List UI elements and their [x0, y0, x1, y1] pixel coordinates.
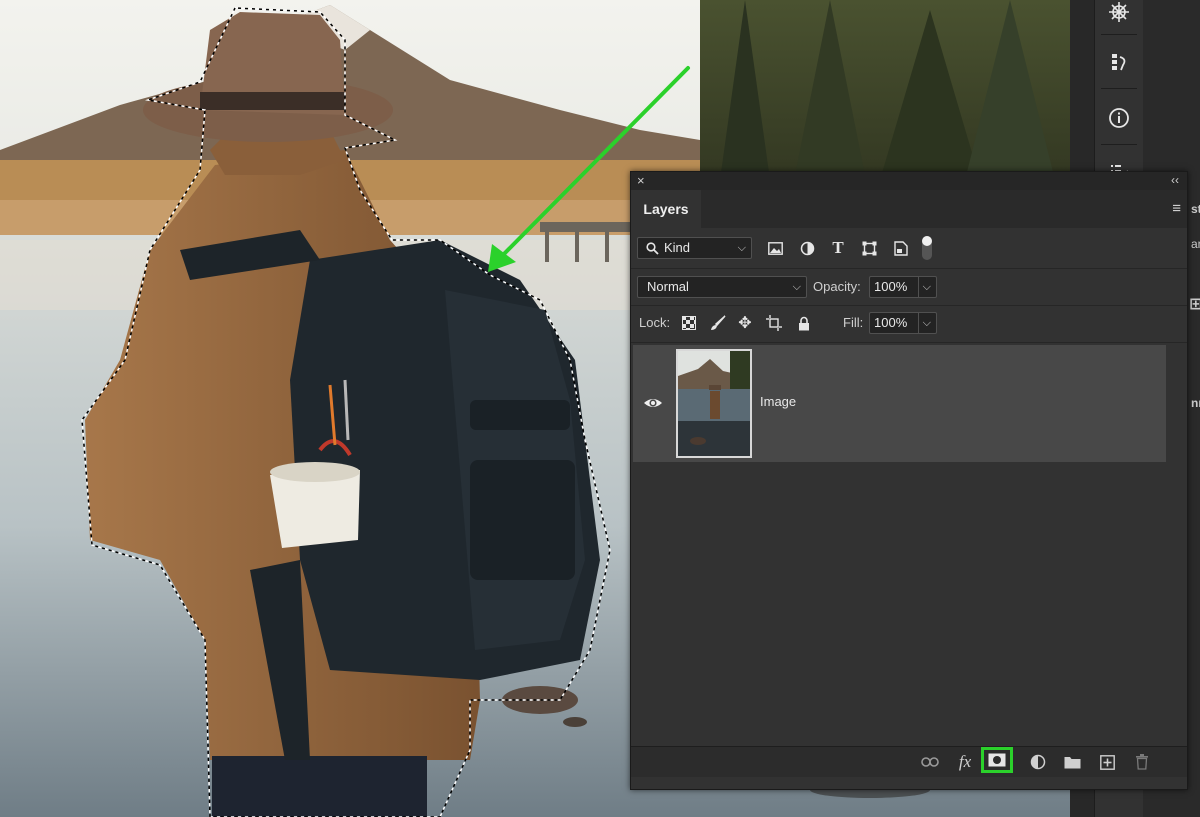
fx-icon[interactable]: fx	[954, 751, 976, 773]
lock-label: Lock:	[639, 315, 671, 330]
type-layer-filter-icon[interactable]: T	[827, 237, 849, 259]
lock-transparent-pixels-icon[interactable]	[678, 312, 700, 334]
chevron-down-icon: ⌵	[792, 281, 801, 293]
trash-icon[interactable]	[1131, 751, 1153, 773]
lock-all-icon[interactable]	[793, 312, 815, 334]
lock-image-pixels-icon[interactable]	[707, 312, 729, 334]
blend-mode-value: Normal	[647, 279, 689, 294]
collapse-icon[interactable]: ‹‹	[1171, 173, 1179, 187]
layer-thumbnail[interactable]	[676, 349, 752, 458]
panel-menu-icon[interactable]: ≡	[1172, 200, 1181, 217]
folder-icon[interactable]	[1061, 751, 1083, 773]
close-icon[interactable]: ×	[637, 173, 645, 188]
fx-label: fx	[958, 752, 972, 771]
pixel-layer-filter-icon[interactable]	[764, 237, 786, 259]
smart-object-filter-icon[interactable]	[890, 237, 912, 259]
blend-row: Normal ⌵ Opacity: 100% ⌵	[631, 269, 1187, 305]
lock-artboard-icon[interactable]	[763, 312, 785, 334]
layer-name[interactable]: Image	[760, 394, 796, 409]
opacity-value: 100%	[874, 279, 908, 294]
panel-tab-row: Layers ≡	[631, 190, 1187, 228]
partial-label-1: st	[1191, 202, 1200, 216]
partial-label-3: nn	[1191, 396, 1200, 410]
fill-label: Fill:	[843, 315, 864, 330]
info-icon[interactable]	[1095, 98, 1143, 138]
layer-row[interactable]: Image	[633, 345, 1166, 462]
panel-title-bar[interactable]: × ‹‹	[631, 172, 1187, 190]
filter-row: Kind ⌵ T	[631, 228, 1187, 268]
tab-layers[interactable]: Layers	[631, 190, 701, 228]
new-layer-icon[interactable]	[1096, 751, 1118, 773]
opacity-field[interactable]: 100% ⌵	[869, 276, 937, 298]
navigator-icon[interactable]	[1095, 0, 1143, 32]
kind-filter-label: Kind	[664, 240, 691, 255]
chevron-down-icon[interactable]: ⌵	[917, 313, 931, 333]
blend-mode-select[interactable]: Normal ⌵	[637, 276, 807, 298]
add-mask-icon[interactable]	[981, 747, 1013, 773]
history-icon[interactable]	[1095, 42, 1143, 82]
grid-icon: ⊞	[1189, 296, 1200, 313]
fill-value: 100%	[874, 315, 908, 330]
shape-layer-filter-icon[interactable]	[858, 237, 880, 259]
adjustment-layer-filter-icon[interactable]	[796, 237, 818, 259]
partial-label-2: an	[1191, 237, 1200, 251]
opacity-label: Opacity:	[813, 279, 861, 294]
eye-visibility-icon[interactable]	[643, 393, 663, 413]
link-icon[interactable]	[919, 751, 941, 773]
fill-field[interactable]: 100% ⌵	[869, 312, 937, 334]
panel-footer: fx	[631, 746, 1187, 777]
chevron-down-icon[interactable]: ⌵	[917, 277, 931, 297]
adjustment-icon[interactable]	[1027, 751, 1049, 773]
lock-row: Lock: ✥ Fill: 100% ⌵	[631, 306, 1187, 342]
lock-position-icon[interactable]: ✥	[734, 312, 756, 334]
kind-filter-select[interactable]: Kind ⌵	[637, 237, 752, 259]
search-icon	[646, 242, 659, 255]
layers-panel: × ‹‹ Layers ≡ Kind ⌵ T Normal ⌵ Opacity:…	[630, 171, 1188, 790]
chevron-down-icon: ⌵	[737, 242, 746, 254]
filter-toggle-switch[interactable]	[920, 235, 934, 261]
